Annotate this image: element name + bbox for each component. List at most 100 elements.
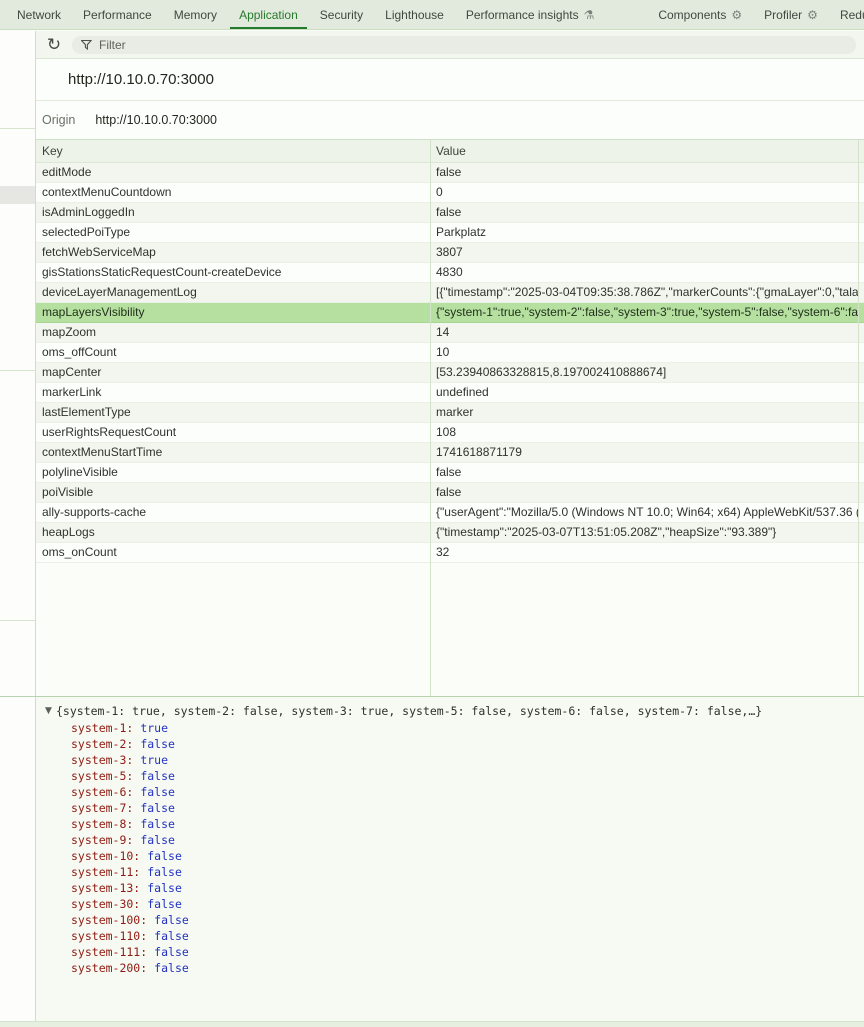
sidebar-strip (0, 31, 36, 1027)
row-value: 4830 (430, 263, 858, 282)
row-value: {"userAgent":"Mozilla/5.0 (Windows NT 10… (430, 503, 858, 522)
storage-toolbar: ↻ (36, 31, 864, 59)
column-header-value[interactable]: Value (430, 140, 864, 162)
tab-memory[interactable]: Memory (163, 0, 228, 29)
row-key: oms_offCount (36, 343, 430, 362)
table-row[interactable]: gisStationsStaticRequestCount-createDevi… (36, 263, 864, 283)
preview-entry: system-7:false (71, 800, 864, 816)
row-value: {"system-1":true,"system-2":false,"syste… (430, 303, 858, 322)
row-key: mapLayersVisibility (36, 303, 430, 322)
preview-entry: system-200:false (71, 960, 864, 976)
preview-entry: system-8:false (71, 816, 864, 832)
row-key: oms_onCount (36, 543, 430, 562)
sidebar-divider (0, 370, 35, 371)
table-row[interactable]: polylineVisible false (36, 463, 864, 483)
row-value: [53.23940863328815,8.197002410888674] (430, 363, 858, 382)
storage-items-table: editMode false contextMenuCountdown 0 is… (36, 163, 864, 563)
tab-performance-insights[interactable]: Performance insights ⚗ (455, 0, 605, 29)
row-key: contextMenuStartTime (36, 443, 430, 462)
row-value: 1741618871179 (430, 443, 858, 462)
row-value: 0 (430, 183, 858, 202)
table-row[interactable]: deviceLayerManagementLog [{"timestamp":"… (36, 283, 864, 303)
origin-label: Origin (42, 113, 75, 127)
table-row[interactable]: poiVisible false (36, 483, 864, 503)
preview-entry-value: false (154, 961, 189, 975)
preview-entry: system-3:true (71, 752, 864, 768)
preview-entry-key: system-13: (71, 881, 140, 895)
table-row[interactable]: selectedPoiType Parkplatz (36, 223, 864, 243)
value-preview-panel: ▼ {system-1: true, system-2: false, syst… (36, 697, 864, 1021)
table-row[interactable]: oms_onCount 32 (36, 543, 864, 563)
storage-origin-title: http://10.10.0.70:3000 (36, 59, 864, 101)
preview-entry: system-111:false (71, 944, 864, 960)
preview-entry-key: system-8: (71, 817, 133, 831)
table-row[interactable]: contextMenuCountdown 0 (36, 183, 864, 203)
tab-lighthouse[interactable]: Lighthouse (374, 0, 455, 29)
object-entries: system-1:true system-2:false system-3:tr… (45, 720, 864, 976)
preview-entry-key: system-1: (71, 721, 133, 735)
table-row[interactable]: mapZoom 14 (36, 323, 864, 343)
row-value: false (430, 163, 858, 182)
row-value: undefined (430, 383, 858, 402)
origin-value: http://10.10.0.70:3000 (95, 113, 217, 127)
tab-label: Lighthouse (385, 8, 444, 22)
tab-application[interactable]: Application (228, 0, 309, 29)
tab-components[interactable]: Components ⚙ (647, 0, 753, 29)
tab-performance[interactable]: Performance (72, 0, 163, 29)
row-key: poiVisible (36, 483, 430, 502)
chevron-down-icon[interactable]: ▼ (45, 703, 55, 720)
table-row[interactable]: contextMenuStartTime 1741618871179 (36, 443, 864, 463)
preview-entry: system-1:true (71, 720, 864, 736)
tab-redux[interactable]: Redux (829, 0, 864, 29)
tab-profiler[interactable]: Profiler ⚙ (753, 0, 829, 29)
devtools-tabbar: Network Performance Memory Application S… (0, 0, 864, 30)
table-row[interactable]: userRightsRequestCount 108 (36, 423, 864, 443)
object-summary: ▼ {system-1: true, system-2: false, syst… (45, 703, 864, 720)
column-resize-handle[interactable] (858, 140, 859, 696)
tab-network[interactable]: Network (6, 0, 72, 29)
row-value: false (430, 463, 858, 482)
table-row[interactable]: oms_offCount 10 (36, 343, 864, 363)
preview-entry-key: system-30: (71, 897, 140, 911)
preview-entry-key: system-9: (71, 833, 133, 847)
gear-icon: ⚙ (731, 9, 742, 21)
preview-entry-key: system-111: (71, 945, 147, 959)
row-key: heapLogs (36, 523, 430, 542)
sidebar-divider (0, 620, 35, 621)
filter-box[interactable] (72, 36, 856, 54)
preview-entry-key: system-5: (71, 769, 133, 783)
row-key: deviceLayerManagementLog (36, 283, 430, 302)
preview-entry: system-10:false (71, 848, 864, 864)
preview-panel-divider[interactable] (0, 696, 864, 697)
column-header-key[interactable]: Key (36, 140, 430, 162)
preview-entry: system-110:false (71, 928, 864, 944)
preview-entry-key: system-110: (71, 929, 147, 943)
column-resize-handle[interactable] (430, 140, 431, 696)
table-row[interactable]: editMode false (36, 163, 864, 183)
preview-entry-key: system-10: (71, 849, 140, 863)
table-row[interactable]: heapLogs {"timestamp":"2025-03-07T13:51:… (36, 523, 864, 543)
flask-icon: ⚗ (584, 9, 595, 21)
table-row[interactable]: lastElementType marker (36, 403, 864, 423)
row-key: editMode (36, 163, 430, 182)
refresh-icon[interactable]: ↻ (44, 35, 64, 55)
table-row[interactable]: isAdminLoggedIn false (36, 203, 864, 223)
horizontal-scrollbar[interactable] (0, 1021, 864, 1027)
sidebar-selected-item[interactable] (0, 186, 35, 204)
preview-entry: system-9: false (71, 832, 864, 848)
row-key: polylineVisible (36, 463, 430, 482)
table-row[interactable]: mapCenter [53.23940863328815,8.197002410… (36, 363, 864, 383)
row-value: marker (430, 403, 858, 422)
preview-entry-value: false (147, 865, 182, 879)
table-row[interactable]: ally-supports-cache {"userAgent":"Mozill… (36, 503, 864, 523)
origin-row: Origin http://10.10.0.70:3000 (36, 101, 864, 140)
row-key: selectedPoiType (36, 223, 430, 242)
table-row[interactable]: markerLink undefined (36, 383, 864, 403)
row-key: contextMenuCountdown (36, 183, 430, 202)
preview-entry-value: false (140, 833, 175, 847)
table-row[interactable]: fetchWebServiceMap 3807 (36, 243, 864, 263)
filter-input[interactable] (99, 38, 847, 52)
preview-entry: system-6:false (71, 784, 864, 800)
table-row[interactable]: mapLayersVisibility {"system-1":true,"sy… (36, 303, 864, 323)
tab-security[interactable]: Security (309, 0, 374, 29)
